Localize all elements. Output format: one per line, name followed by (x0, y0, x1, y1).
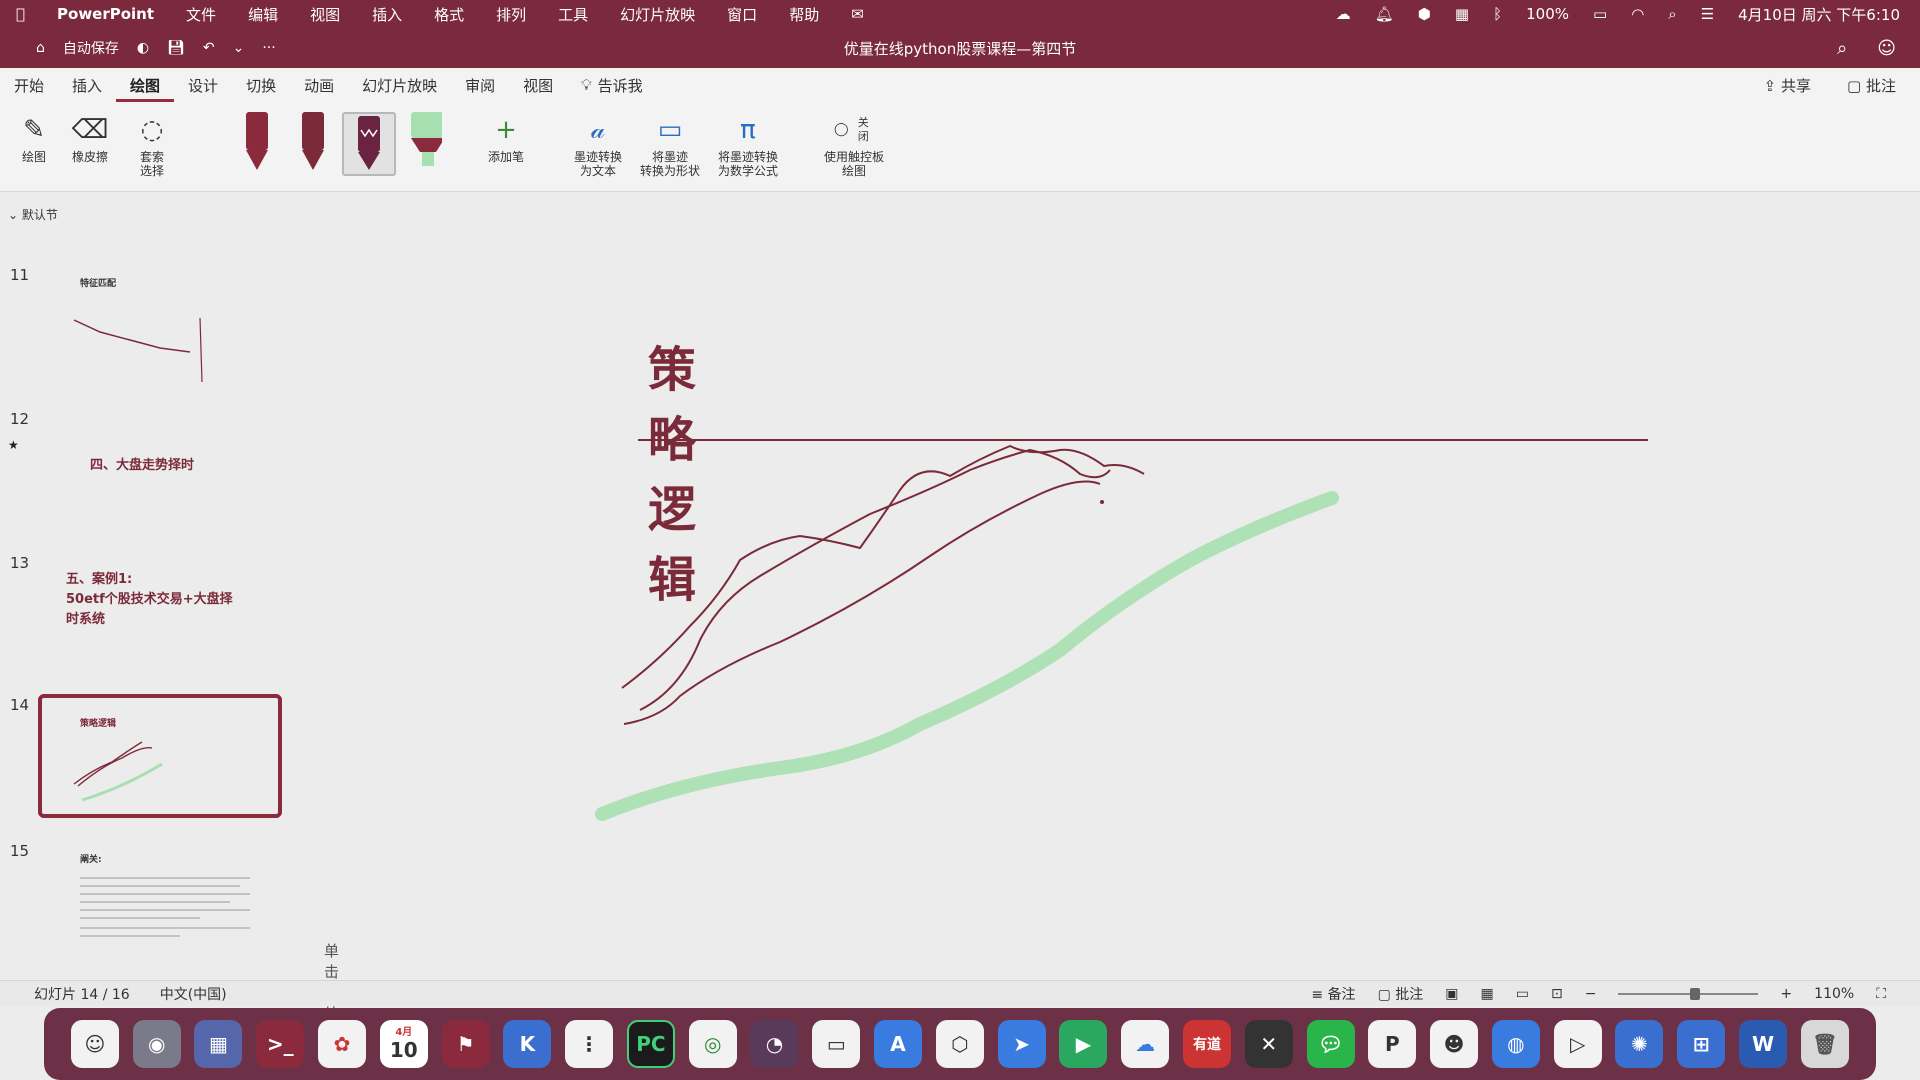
quicktime-icon[interactable]: ▷ (1553, 1020, 1602, 1068)
app-store-icon[interactable]: A (874, 1020, 923, 1068)
pycharm-icon[interactable]: PC (626, 1020, 675, 1068)
presenter-view-icon[interactable]: ⊡ (1551, 986, 1563, 1002)
zoom-slider-knob[interactable] (1689, 987, 1700, 1000)
trash-icon[interactable]: 🗑︎ (1800, 1020, 1849, 1068)
ink-layer[interactable] (0, 0, 1920, 980)
reading-view-icon[interactable]: ▭ (1516, 986, 1529, 1002)
comments-toggle[interactable]: ▢ 批注 (1378, 984, 1424, 1004)
wps-icon[interactable]: ✺ (1615, 1020, 1664, 1068)
slide-position: 幻灯片 14 / 16 (34, 986, 130, 1003)
video-icon[interactable]: ▶ (1059, 1020, 1108, 1068)
comments-toggle-label: 批注 (1395, 986, 1424, 1003)
launchpad-icon[interactable]: ▦ (194, 1020, 243, 1068)
preview-icon[interactable]: ▭ (812, 1020, 861, 1068)
youdao-label: 有道 (1192, 1037, 1221, 1053)
pages-icon[interactable]: P (1368, 1020, 1417, 1068)
safari-icon[interactable]: ◍ (1491, 1020, 1540, 1068)
windows-app-icon[interactable]: ⊞ (1677, 1020, 1726, 1068)
word-label: W (1751, 1032, 1775, 1056)
wechat-icon[interactable]: 💬︎ (1306, 1020, 1355, 1068)
keynote-k-icon[interactable]: K (503, 1020, 552, 1068)
youdao-icon[interactable]: 有道 (1182, 1020, 1231, 1068)
zoom-percent[interactable]: 110% (1814, 986, 1854, 1002)
reminders-icon[interactable]: ⋮ (565, 1020, 614, 1068)
activity-monitor-icon[interactable]: ◔ (750, 1020, 799, 1068)
language-indicator[interactable]: 中文(中国) (160, 984, 227, 1004)
zoom-in-button[interactable]: + (1780, 986, 1792, 1002)
xmind-icon[interactable]: ✕ (1244, 1020, 1293, 1068)
feishu-icon[interactable]: ➤ (997, 1020, 1046, 1068)
zoom-slider[interactable] (1618, 987, 1759, 1000)
maps-icon[interactable]: ⚑ (441, 1020, 490, 1068)
normal-view-icon[interactable]: ▣ (1445, 986, 1458, 1002)
terminal-icon[interactable]: >_ (256, 1020, 305, 1068)
sorter-view-icon[interactable]: ▦ (1480, 986, 1493, 1002)
ink-dot (1100, 500, 1104, 504)
status-bar: 幻灯片 14 / 16 中文(中国) ≡ 备注 ▢ 批注 ▣ ▦ ▭ ⊡ − +… (0, 980, 1920, 1006)
photos-icon[interactable]: ✿ (318, 1020, 367, 1068)
finder-icon[interactable]: ☺ (70, 1020, 119, 1068)
baidu-netdisk-icon[interactable]: ☁ (1121, 1020, 1170, 1068)
chrome-icon[interactable]: ◎ (688, 1020, 737, 1068)
fit-slide-icon[interactable]: ⛶ (1876, 986, 1886, 1002)
zoom-out-button[interactable]: − (1585, 986, 1597, 1002)
settings-icon[interactable]: ⬡ (935, 1020, 984, 1068)
siri-icon[interactable]: ◉ (132, 1020, 181, 1068)
mac-dock: ☺ ◉ ▦ >_ ✿ 4月 10 ⚑ K ⋮ PC ◎ ◔ ▭ A ⬡ ➤ ▶ … (44, 1008, 1876, 1080)
word-icon[interactable]: W (1738, 1020, 1787, 1068)
pycharm-label: PC (636, 1032, 666, 1056)
calendar-icon[interactable]: 4月 10 (379, 1020, 428, 1068)
ink-stroke-green[interactable] (595, 491, 1339, 821)
qq-icon[interactable]: ☻ (1430, 1020, 1479, 1068)
notes-toggle[interactable]: ≡ 备注 (1311, 984, 1355, 1004)
notes-toggle-label: 备注 (1327, 986, 1356, 1003)
calendar-day: 10 (389, 1038, 418, 1062)
